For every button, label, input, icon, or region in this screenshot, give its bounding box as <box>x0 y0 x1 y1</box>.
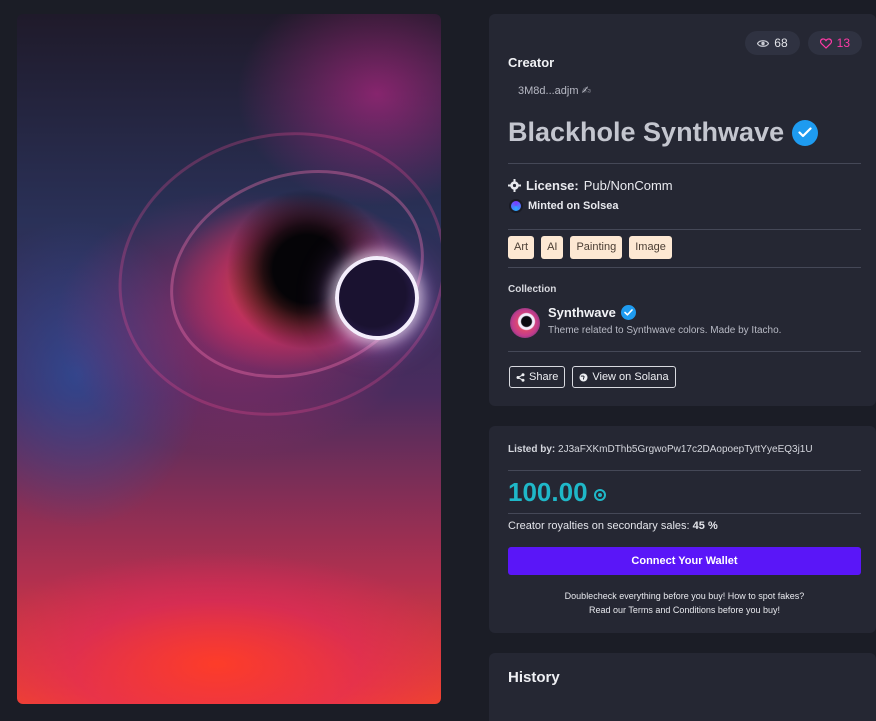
tag-art[interactable]: Art <box>508 236 535 259</box>
nft-title: Blackhole Synthwave <box>508 117 819 148</box>
divider <box>508 267 861 268</box>
divider <box>508 163 861 164</box>
nft-details-card: 68 13 Creator 3M8d...adjm ✍ Blackhole Sy… <box>489 14 876 406</box>
connect-wallet-button[interactable]: Connect Your Wallet <box>508 547 861 575</box>
verified-badge-icon <box>620 305 636 320</box>
royalties-label: Creator royalties on secondary sales: <box>508 520 690 532</box>
note-line-fakes[interactable]: Doublecheck everything before you buy! H… <box>508 589 861 603</box>
nft-title-text: Blackhole Synthwave <box>508 117 785 147</box>
creator-label: Creator <box>508 55 555 70</box>
heart-icon <box>819 37 832 49</box>
history-title: History <box>508 669 560 686</box>
share-icon <box>516 372 525 382</box>
collection-name-link[interactable]: Synthwave <box>548 305 636 320</box>
like-button[interactable]: 13 <box>807 31 862 55</box>
share-label: Share <box>529 371 559 383</box>
history-card: History <box>489 653 876 721</box>
tag-painting[interactable]: Painting <box>570 236 623 259</box>
solsea-logo-icon <box>509 199 523 213</box>
share-button[interactable]: Share <box>509 366 566 388</box>
view-on-solana-label: View on Solana <box>592 371 669 383</box>
price-value: 100.00 <box>508 477 588 507</box>
price-row: 100.00 <box>508 477 606 508</box>
sol-coin-icon <box>593 488 606 501</box>
globe-icon <box>579 373 588 381</box>
tag-ai[interactable]: AI <box>541 236 564 259</box>
views-count: 68 <box>774 36 788 50</box>
verified-badge-icon <box>792 119 819 146</box>
gear-icon <box>508 179 521 192</box>
royalties-value: 45 % <box>692 520 718 532</box>
license-row: License: Pub/NonComm <box>508 178 673 193</box>
note-line-terms[interactable]: Read our Terms and Conditions before you… <box>508 603 861 617</box>
stats-bar: 68 13 <box>745 31 862 55</box>
divider <box>508 351 861 352</box>
creator-address-link[interactable]: 3M8d...adjm ✍ <box>518 84 591 97</box>
divider <box>508 513 861 514</box>
listed-by-label: Listed by: <box>508 444 556 455</box>
view-on-solana-button[interactable]: View on Solana <box>572 366 676 388</box>
likes-count: 13 <box>836 36 850 50</box>
minted-text: Minted on Solsea <box>528 200 619 212</box>
buy-card: Listed by: 2J3aFXKmDThb5GrgwoPw17c2DAopo… <box>489 426 876 633</box>
minted-row: Minted on Solsea <box>509 199 618 213</box>
action-buttons: Share View on Solana <box>509 366 676 388</box>
divider <box>508 470 861 471</box>
eye-icon <box>757 39 770 47</box>
license-value: Pub/NonComm <box>583 178 673 193</box>
royalties-row: Creator royalties on secondary sales: 45… <box>508 520 718 532</box>
collection-avatar[interactable] <box>510 308 540 338</box>
artwork-planet <box>335 256 419 340</box>
nft-artwork-image[interactable] <box>17 14 441 704</box>
views-counter: 68 <box>745 31 800 55</box>
tag-list: Art AI Painting Image <box>508 236 672 259</box>
divider <box>508 229 861 230</box>
tag-image[interactable]: Image <box>629 236 672 259</box>
license-label: License: <box>526 178 579 193</box>
buyer-notes: Doublecheck everything before you buy! H… <box>508 589 861 617</box>
listed-by-row: Listed by: 2J3aFXKmDThb5GrgwoPw17c2DAopo… <box>508 444 813 455</box>
collection-name: Synthwave <box>548 305 616 320</box>
listed-by-address[interactable]: 2J3aFXKmDThb5GrgwoPw17c2DAopoepTyttYyeEQ… <box>558 444 813 455</box>
collection-label: Collection <box>508 284 557 295</box>
collection-description: Theme related to Synthwave colors. Made … <box>548 325 782 336</box>
